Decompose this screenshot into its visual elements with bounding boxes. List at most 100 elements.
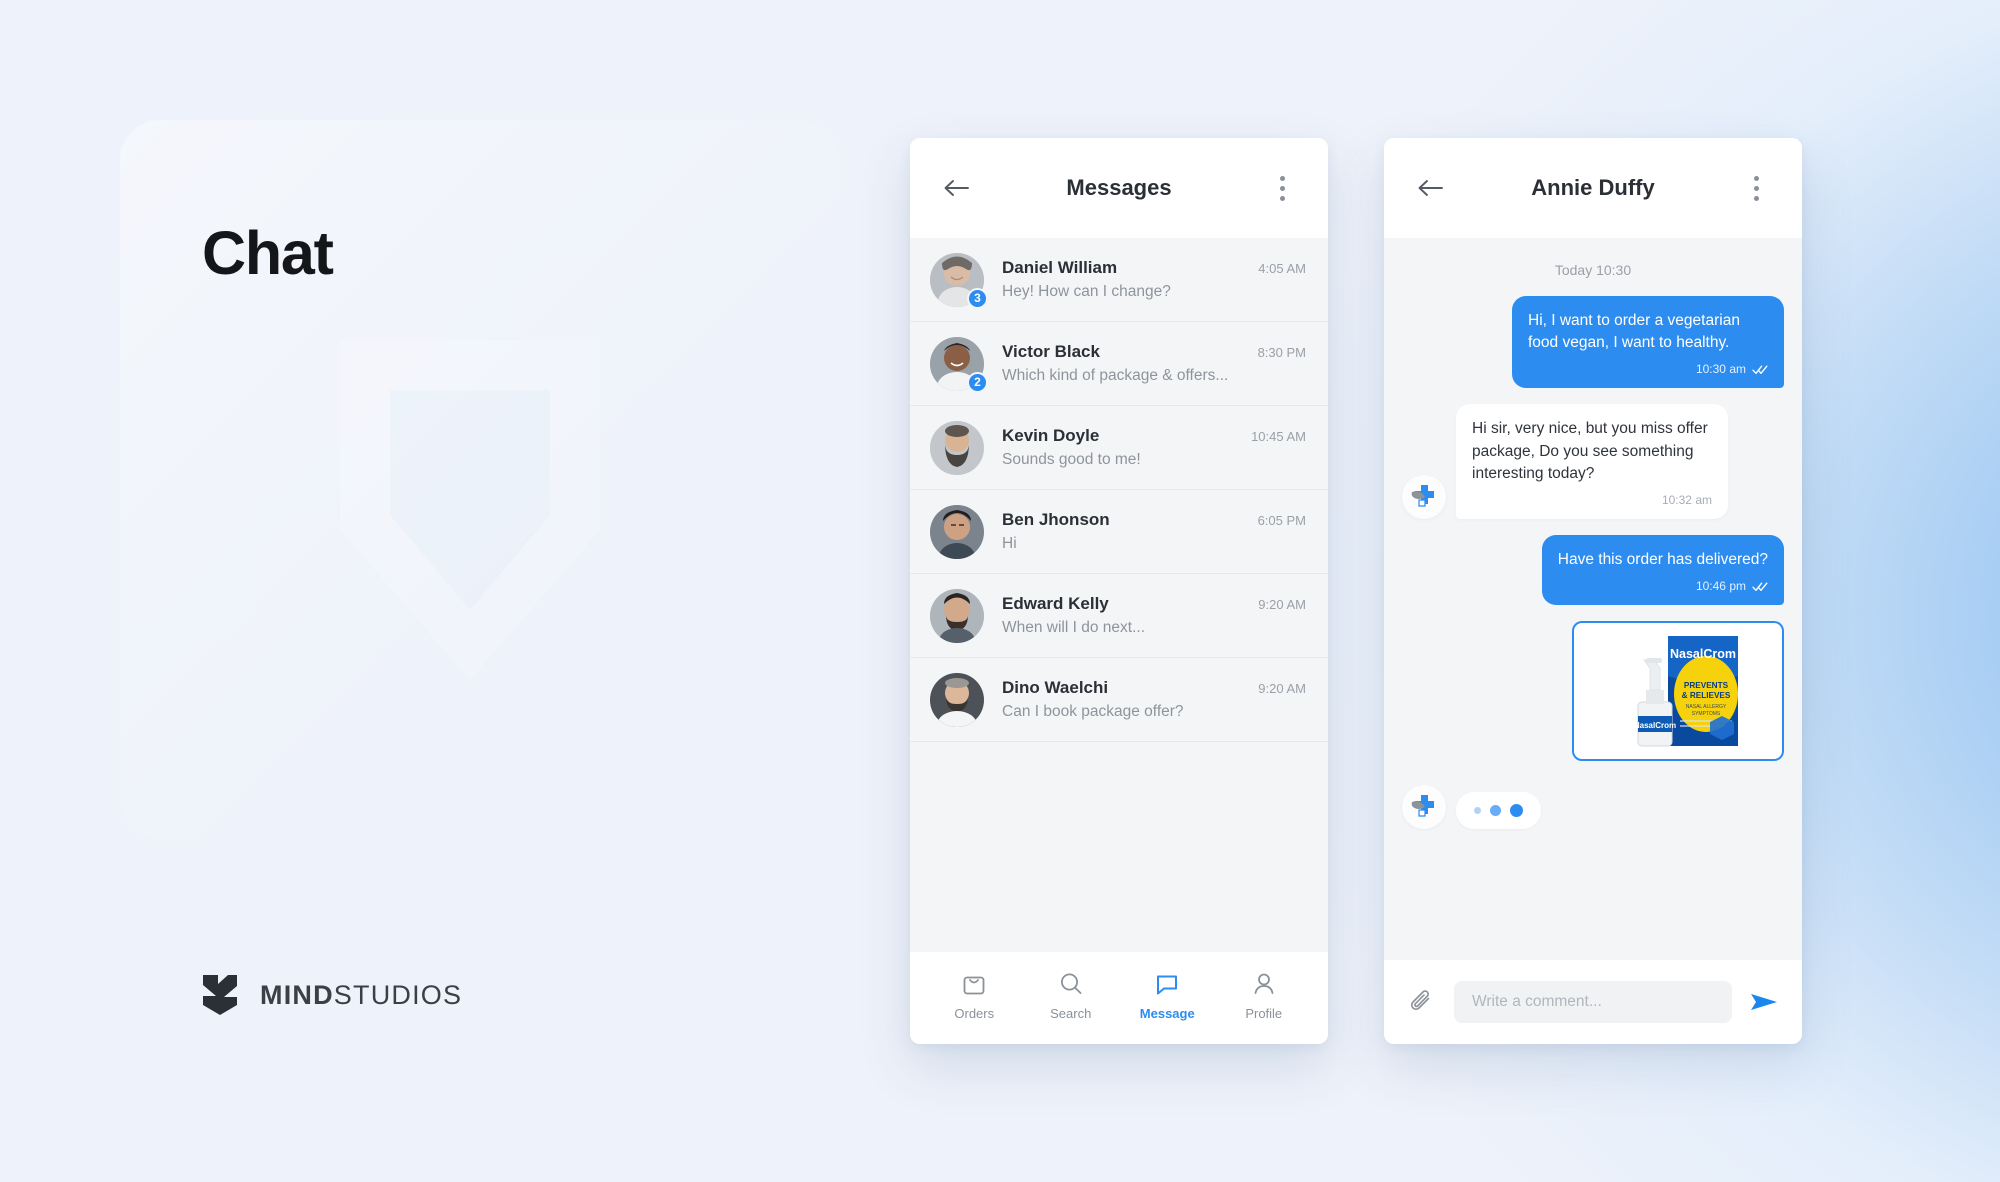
- tab-label: Orders: [954, 1005, 995, 1021]
- message-text: Hi, I want to order a vegetarian food ve…: [1528, 312, 1740, 352]
- message-time: 8:30 PM: [1257, 345, 1306, 360]
- message-time: 10:32 am: [1661, 492, 1712, 507]
- svg-text:& RELIEVES: & RELIEVES: [1682, 691, 1731, 700]
- avatar-edward-icon: [930, 588, 984, 643]
- conversation-top-row: Daniel William 4:05 AM: [1002, 258, 1306, 278]
- message-text: Hi sir, very nice, but you miss offer pa…: [1472, 420, 1708, 483]
- brand-logo: MINDSTUDIOS: [200, 972, 462, 1018]
- double-check-icon: [1752, 581, 1768, 592]
- avatar-ben-icon: [930, 504, 984, 559]
- brand-name-bold: MIND: [260, 979, 334, 1010]
- chat-header: Annie Duffy: [1384, 138, 1802, 238]
- nasalcrom-product-image: NasalCrom PREVENTS & RELIEVES NASAL ALLE…: [1634, 635, 1738, 747]
- contact-name: Daniel William: [1002, 258, 1118, 277]
- overflow-menu-button[interactable]: [1738, 170, 1774, 206]
- conversation-row[interactable]: Edward Kelly 9:20 AM When will I do next…: [910, 574, 1328, 658]
- send-button[interactable]: [1746, 984, 1782, 1020]
- svg-text:NASAL ALLERGY: NASAL ALLERGY: [1686, 704, 1727, 710]
- chat-bubble-icon: [1157, 975, 1178, 994]
- typing-dot: [1474, 806, 1481, 814]
- tab-label: Search: [1050, 1005, 1092, 1021]
- comment-input[interactable]: [1454, 981, 1732, 1023]
- avatar-container: 2: [930, 336, 988, 393]
- conversation-top-row: Kevin Doyle 10:45 AM: [1002, 426, 1306, 446]
- send-icon: [1751, 994, 1777, 1010]
- avatar: [930, 420, 984, 475]
- conversation-row[interactable]: Ben Jhonson 6:05 PM Hi: [910, 490, 1328, 574]
- avatar: [930, 504, 984, 559]
- message-thread[interactable]: Today 10:30 Hi, I want to order a vegeta…: [1384, 238, 1802, 960]
- overflow-menu-button[interactable]: [1264, 170, 1300, 206]
- back-button[interactable]: [938, 170, 974, 206]
- mindstudios-mark-icon: [203, 975, 237, 1015]
- message-row: Hi, I want to order a vegetarian food ve…: [1402, 296, 1784, 389]
- svg-text:NasalCrom: NasalCrom: [1634, 721, 1676, 730]
- paperclip-icon: [1410, 990, 1430, 1011]
- conversation-top-row: Victor Black 8:30 PM: [1002, 342, 1306, 362]
- avatar-container: 3: [930, 252, 988, 309]
- incoming-bubble[interactable]: Hi sir, very nice, but you miss offer pa…: [1456, 404, 1728, 520]
- bottom-tab-bar: Orders Search Message Profile: [910, 952, 1328, 1044]
- message-time: 10:46 pm: [1695, 578, 1746, 593]
- outgoing-bubble[interactable]: Have this order has delivered? 10:46 pm: [1541, 535, 1784, 605]
- avatar-container: [930, 420, 984, 475]
- conversation-content: Ben Jhonson 6:05 PM Hi: [1002, 510, 1306, 553]
- conversation-row[interactable]: Kevin Doyle 10:45 AM Sounds good to me!: [910, 406, 1328, 490]
- unread-badge: 3: [967, 287, 988, 309]
- pharmacy-cross-leaf-icon: [1411, 794, 1434, 817]
- attach-button[interactable]: [1404, 984, 1440, 1020]
- message-preview: Which kind of package & offers...: [1002, 367, 1229, 384]
- message-preview: Sounds good to me!: [1002, 451, 1141, 468]
- conversation-content: Edward Kelly 9:20 AM When will I do next…: [1002, 594, 1306, 637]
- message-meta: 10:30 am: [1528, 361, 1768, 378]
- conversation-top-row: Edward Kelly 9:20 AM: [1002, 594, 1306, 614]
- avatar: [930, 672, 984, 727]
- sender-avatar: [1402, 475, 1446, 520]
- product-image-bubble[interactable]: NasalCrom PREVENTS & RELIEVES NASAL ALLE…: [1572, 620, 1784, 761]
- message-row: Have this order has delivered? 10:46 pm: [1402, 535, 1784, 605]
- conversation-list[interactable]: 3 Daniel William 4:05 AM Hey! How can I …: [910, 238, 1328, 952]
- typing-indicator-row: [1402, 784, 1784, 829]
- avatar-container: [930, 672, 984, 727]
- outgoing-bubble[interactable]: Hi, I want to order a vegetarian food ve…: [1512, 296, 1784, 389]
- message-time: 9:20 AM: [1258, 681, 1306, 696]
- sender-avatar: [1402, 784, 1446, 829]
- arrow-left-icon: [1418, 180, 1443, 196]
- shopping-bag-icon: [963, 976, 985, 994]
- message-preview: Hey! How can I change?: [1002, 283, 1171, 300]
- search-icon: [1060, 973, 1082, 994]
- svg-text:PREVENTS: PREVENTS: [1684, 681, 1729, 690]
- message-time: 10:30 am: [1695, 361, 1746, 376]
- contact-name: Dino Waelchi: [1002, 678, 1109, 697]
- message-preview: Can I book package offer?: [1002, 703, 1184, 720]
- conversation-top-row: Dino Waelchi 9:20 AM: [1002, 678, 1306, 698]
- page-title: Chat: [202, 219, 334, 287]
- message-time: 10:45 AM: [1251, 429, 1306, 444]
- message-preview: Hi: [1002, 535, 1017, 552]
- message-time: 4:05 AM: [1258, 261, 1306, 276]
- double-check-icon: [1752, 364, 1768, 375]
- typing-dot: [1490, 804, 1501, 816]
- avatar-container: [930, 504, 984, 559]
- page-background: Chat MINDSTUDIOS Messages 3 Daniel Willi…: [0, 0, 2000, 1182]
- conversation-row[interactable]: Dino Waelchi 9:20 AM Can I book package …: [910, 658, 1328, 742]
- message-time: 9:20 AM: [1258, 597, 1306, 612]
- chat-screen: Annie Duffy Today 10:30 Hi, I want to or…: [1384, 138, 1802, 1044]
- conversation-row[interactable]: 2 Victor Black 8:30 PM Which kind of pac…: [910, 322, 1328, 406]
- tab-message[interactable]: Message: [1123, 970, 1211, 1021]
- unread-badge: 2: [967, 371, 988, 393]
- contact-name: Victor Black: [1002, 342, 1100, 361]
- back-button[interactable]: [1412, 170, 1448, 206]
- conversation-row[interactable]: 3 Daniel William 4:05 AM Hey! How can I …: [910, 238, 1328, 322]
- message-preview: When will I do next...: [1002, 619, 1146, 636]
- messages-header: Messages: [910, 138, 1328, 238]
- svg-text:SYMPTOMS: SYMPTOMS: [1692, 711, 1721, 717]
- tab-orders[interactable]: Orders: [930, 970, 1018, 1021]
- message-row: NasalCrom PREVENTS & RELIEVES NASAL ALLE…: [1402, 620, 1784, 761]
- brand-name-light: STUDIOS: [333, 979, 463, 1010]
- tab-label: Message: [1139, 1005, 1195, 1021]
- tab-profile[interactable]: Profile: [1220, 970, 1308, 1021]
- tab-search[interactable]: Search: [1027, 970, 1115, 1021]
- arrow-left-icon: [944, 180, 969, 196]
- message-row: Hi sir, very nice, but you miss offer pa…: [1402, 404, 1784, 520]
